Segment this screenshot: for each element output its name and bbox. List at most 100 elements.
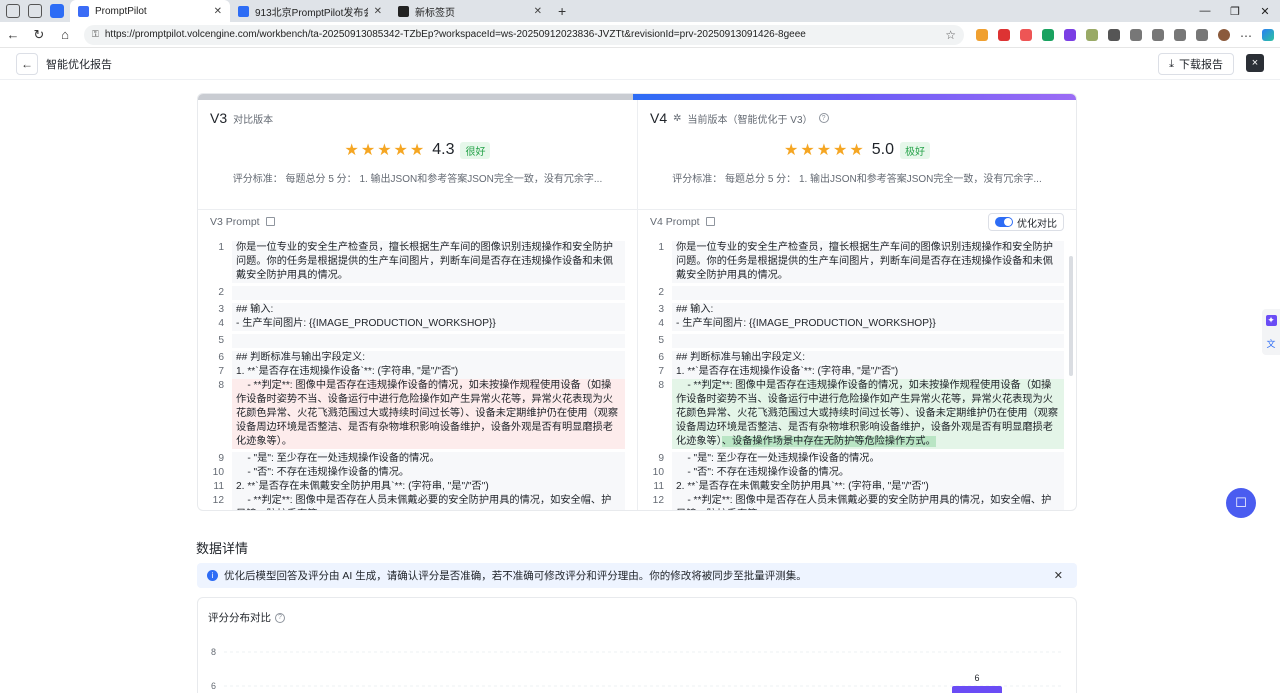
tab-promptpilot[interactable]: PromptPilot ✕ — [70, 0, 230, 22]
line-number: 1 — [218, 242, 224, 253]
line-number: 3 — [218, 304, 224, 315]
extension-icon[interactable] — [1042, 28, 1054, 41]
extensions-puzzle-icon[interactable] — [1108, 28, 1120, 41]
line-number: 7 — [658, 366, 664, 377]
copy-icon[interactable] — [265, 217, 275, 226]
line-content: - "否": 不存在违规操作设备的情况。 — [676, 467, 850, 478]
line-number: 8 — [218, 380, 224, 391]
prompt-code-left[interactable]: 1 你是一位专业的安全生产检查员，擅长根据生产车间的图像识别违规操作和安全防护问题… — [198, 241, 637, 510]
line-number: 6 — [658, 352, 664, 363]
info-icon: i — [207, 570, 218, 581]
line-number: 11 — [213, 481, 224, 492]
distribution-bar[interactable] — [952, 686, 1002, 693]
download-report-button[interactable]: ⤓ 下载报告 — [1158, 53, 1234, 75]
line-text: - **判定**: 图像中是否存在违规操作设备的情况，如未按操作规程使用设备（如… — [672, 379, 1064, 449]
code-line: 11 2. **`是否存在未佩戴安全防护用具`**: (字符串, "是"/"否") — [198, 480, 637, 494]
translate-icon[interactable]: 文 — [1266, 338, 1277, 349]
line-text — [672, 334, 1064, 348]
line-text: - 生产车间图片: {{IMAGE_PRODUCTION_WORKSHOP}} — [232, 317, 625, 331]
screenshot-icon[interactable] — [1196, 28, 1208, 41]
profile-avatar[interactable] — [1218, 28, 1230, 41]
line-text: 2. **`是否存在未佩戴安全防护用具`**: (字符串, "是"/"否") — [672, 480, 1064, 494]
home-icon[interactable]: ⌂ — [58, 27, 72, 42]
rating: ★★★★★ 4.3 很好 — [198, 140, 637, 160]
chat-support-button[interactable]: ☐ — [1226, 488, 1256, 518]
close-report-button[interactable]: × — [1246, 54, 1264, 72]
tab-title: 新标签页 — [415, 7, 455, 19]
close-tab-icon[interactable]: ✕ — [214, 6, 222, 17]
extension-icon[interactable] — [1064, 28, 1076, 41]
line-text — [232, 286, 625, 300]
copilot-icon[interactable] — [1262, 28, 1274, 41]
favorites-icon[interactable] — [1130, 28, 1142, 41]
assistant-icon[interactable]: ✦ — [1265, 315, 1277, 326]
help-icon[interactable]: ? — [818, 113, 829, 123]
line-number: 4 — [658, 318, 664, 329]
close-tab-icon[interactable]: ✕ — [534, 6, 542, 17]
line-content: ## 输入: — [676, 304, 714, 315]
y-tick-label: 8 — [211, 647, 216, 657]
promptpilot-favicon-icon — [78, 5, 89, 17]
back-icon[interactable]: ← — [6, 27, 20, 42]
url-text: https://promptpilot.volcengine.com/workb… — [104, 29, 806, 40]
bookmark-star-icon[interactable]: ☆ — [945, 28, 956, 42]
back-button[interactable]: ← — [16, 52, 38, 75]
extension-icon[interactable] — [1020, 28, 1032, 41]
site-info-icon[interactable]: ⚿ — [92, 29, 99, 40]
version-compare-card: V3 对比版本 ★★★★★ 4.3 很好 评分标准： 每题总分 5 分： 1. … — [197, 93, 1077, 511]
download-label: 下载报告 — [1179, 59, 1223, 71]
line-text: - 生产车间图片: {{IMAGE_PRODUCTION_WORKSHOP}} — [672, 317, 1064, 331]
optimize-compare-toggle[interactable]: 优化对比 — [988, 213, 1064, 231]
chart-svg: 8 6 6 — [211, 647, 1064, 693]
code-line: 9 - "是": 至少存在一处违规操作设备的情况。 — [198, 452, 637, 466]
copy-icon[interactable] — [705, 217, 715, 226]
address-bar-row: ← ↻ ⌂ ⚿ https://promptpilot.volcengine.c… — [0, 22, 1280, 48]
line-content: 2. **`是否存在未佩戴安全防护用具`**: (字符串, "是"/"否") — [676, 481, 929, 492]
extension-icon[interactable] — [998, 28, 1010, 41]
line-number: 12 — [212, 495, 224, 506]
history-icon[interactable] — [1152, 28, 1164, 41]
browser-tab-bar: PromptPilot ✕ 913北京PromptPilot发布会实操 ✕ 新标… — [0, 0, 1280, 22]
scoring-criteria[interactable]: 评分标准： 每题总分 5 分： 1. 输出JSON和参考答案JSON完全一致，没… — [638, 170, 1076, 185]
code-line: 6 ## 判断标准与输出字段定义: — [638, 351, 1076, 365]
tab-new-tab[interactable]: 新标签页 ✕ — [390, 0, 550, 22]
close-tab-icon[interactable]: ✕ — [374, 6, 382, 17]
line-content: ## 判断标准与输出字段定义: — [236, 352, 366, 363]
version-header: V3 对比版本 — [198, 106, 637, 130]
scoring-criteria[interactable]: 评分标准： 每题总分 5 分： 1. 输出JSON和参考答案JSON完全一致，没… — [198, 170, 637, 185]
version-name: V4 — [650, 110, 668, 126]
close-window-icon[interactable]: ✕ — [1250, 0, 1280, 22]
line-text: ## 输入: — [232, 303, 625, 317]
extension-icon[interactable] — [976, 28, 988, 41]
line-text — [232, 334, 625, 348]
tab-actions-icon[interactable] — [28, 4, 42, 18]
code-scrollbar[interactable] — [1069, 256, 1073, 376]
prompt-header: V3 Prompt — [198, 209, 637, 233]
line-content: - **判定**: 图像中是否存在人员未佩戴必要的安全防护用具的情况，如安全帽、… — [236, 495, 612, 510]
line-number: 5 — [218, 335, 224, 346]
url-field[interactable]: ⚿ https://promptpilot.volcengine.com/wor… — [84, 24, 964, 45]
code-line: 11 2. **`是否存在未佩戴安全防护用具`**: (字符串, "是"/"否") — [638, 480, 1076, 494]
dismiss-notice-icon[interactable]: ✕ — [1054, 569, 1063, 582]
reload-icon[interactable]: ↻ — [32, 27, 46, 43]
line-text: ## 输入: — [672, 303, 1064, 317]
tab-launch-event[interactable]: 913北京PromptPilot发布会实操 ✕ — [230, 0, 390, 22]
minimize-icon[interactable]: — — [1190, 0, 1220, 22]
code-line: 1 你是一位专业的安全生产检查员，擅长根据生产车间的图像识别违规操作和安全防护问题… — [638, 241, 1076, 283]
newtab-favicon-icon — [398, 5, 409, 17]
code-line: 4 - 生产车间图片: {{IMAGE_PRODUCTION_WORKSHOP}} — [638, 317, 1076, 331]
prompt-code-right[interactable]: 1 你是一位专业的安全生产检查员，擅长根据生产车间的图像识别违规操作和安全防护问题… — [638, 241, 1076, 510]
downloads-icon[interactable] — [1174, 28, 1186, 41]
tab-title: PromptPilot — [95, 5, 147, 17]
new-tab-button[interactable]: + — [550, 0, 574, 22]
pinned-tab-icon[interactable] — [50, 4, 64, 18]
code-line: 5 — [638, 334, 1076, 348]
toggle-switch[interactable] — [995, 217, 1013, 227]
line-content: - **判定**: 图像中是否存在人员未佩戴必要的安全防护用具的情况，如安全帽、… — [676, 495, 1052, 510]
side-float-bar: ✦ 文 — [1262, 309, 1280, 355]
maximize-icon[interactable]: ❐ — [1220, 0, 1250, 22]
more-menu-icon[interactable]: ⋯ — [1240, 29, 1252, 43]
extension-icon[interactable] — [1086, 28, 1098, 41]
compare-version-column: V3 对比版本 ★★★★★ 4.3 很好 评分标准： 每题总分 5 分： 1. … — [198, 100, 638, 510]
workspaces-icon[interactable] — [6, 4, 20, 18]
